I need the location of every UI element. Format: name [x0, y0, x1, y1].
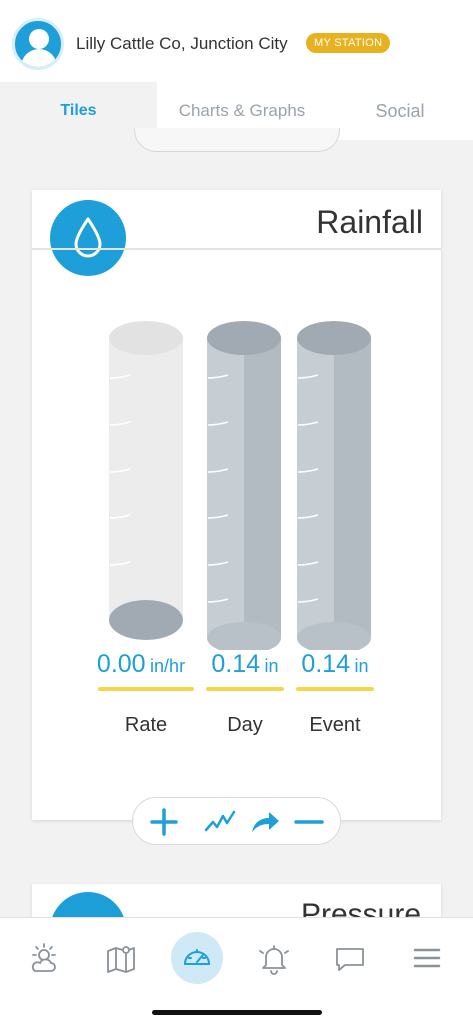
rate-number: 0.00 [96, 650, 146, 678]
bottom-nav [0, 917, 473, 1024]
home-indicator[interactable] [152, 1010, 322, 1015]
day-value: 0.14 in [200, 650, 290, 679]
avatar-head [29, 29, 49, 49]
dashboard-gauge-icon[interactable] [171, 932, 223, 984]
event-gauge-cylinder [297, 321, 371, 650]
rain-gauges [109, 321, 371, 650]
rate-value: 0.00 in/hr [96, 650, 186, 679]
rate-label: Rate [124, 714, 168, 736]
weather-icon[interactable] [18, 932, 70, 984]
chat-icon[interactable] [324, 932, 376, 984]
my-station-badge: MY STATION [306, 33, 391, 53]
rate-unit: in/hr [150, 656, 186, 676]
bell-icon[interactable] [248, 932, 300, 984]
tab-social[interactable]: Social [327, 82, 473, 140]
station-header: Lilly Cattle Co, Junction City MY STATIO… [0, 0, 473, 82]
station-name[interactable]: Lilly Cattle Co, Junction City [76, 34, 288, 54]
rainfall-card: Rainfall 0.00 in/hr 0.14 in 0.14 in Rate… [32, 190, 441, 820]
rate-underline [98, 687, 194, 691]
event-number: 0.14 [301, 650, 351, 678]
previous-card-action-pill[interactable] [134, 128, 340, 152]
menu-icon[interactable] [401, 932, 453, 984]
day-label: Day [227, 714, 263, 736]
rate-gauge-cylinder [109, 321, 183, 640]
add-icon[interactable] [148, 806, 180, 838]
card-divider [32, 248, 441, 250]
raindrop-icon [50, 200, 126, 276]
day-number: 0.14 [211, 650, 261, 678]
day-underline [206, 687, 284, 691]
trend-chart-icon[interactable] [204, 806, 236, 838]
avatar-body [21, 49, 57, 67]
event-label: Event [309, 714, 361, 736]
event-unit: in [354, 656, 369, 676]
card-action-pill [132, 797, 341, 845]
event-underline [296, 687, 374, 691]
day-gauge-cylinder [207, 321, 281, 650]
minus-icon[interactable] [293, 806, 325, 838]
share-icon[interactable] [249, 806, 281, 838]
card-title: Rainfall [316, 204, 423, 240]
event-value: 0.14 in [290, 650, 380, 679]
day-unit: in [264, 656, 279, 676]
map-icon[interactable] [95, 932, 147, 984]
user-avatar-icon[interactable] [12, 18, 64, 70]
